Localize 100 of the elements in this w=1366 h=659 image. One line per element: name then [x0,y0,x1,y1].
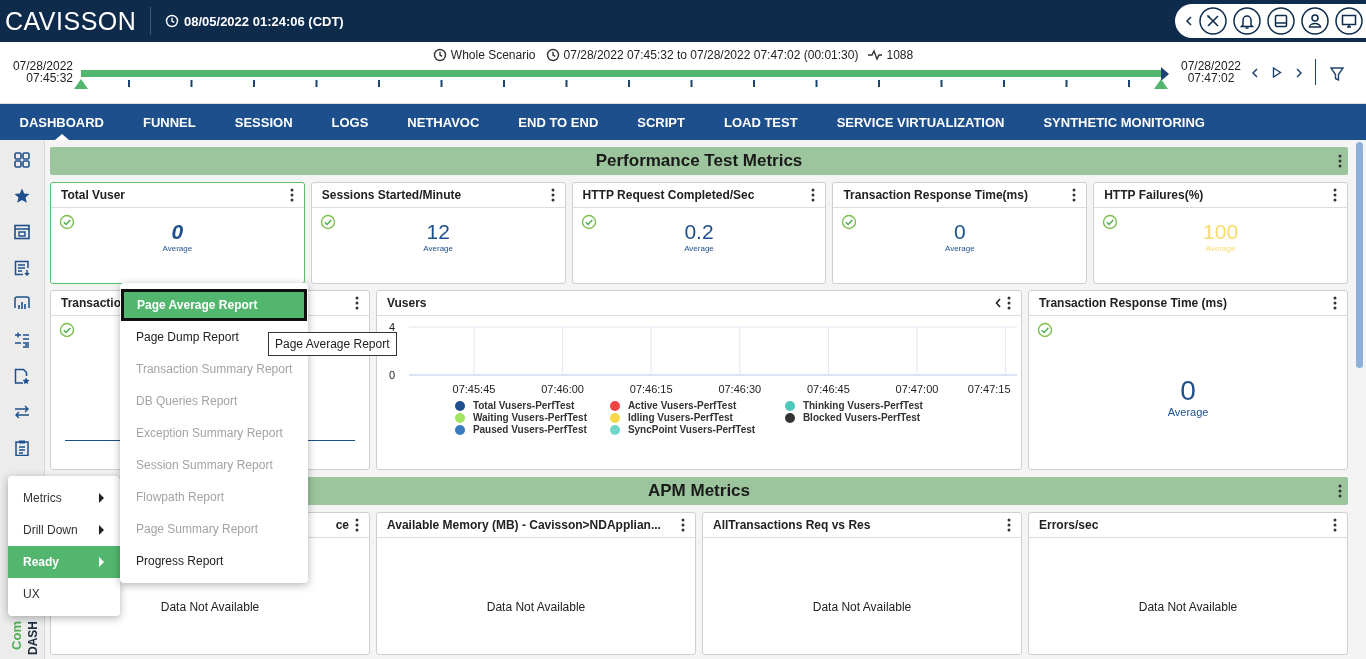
tablet-icon[interactable] [1267,7,1295,35]
more-icon[interactable] [1333,296,1337,310]
metric-value: 0 [1180,376,1196,406]
widget-title: Sessions Started/Minute [321,188,462,202]
filter-icon[interactable] [1330,67,1344,81]
legend-label[interactable]: Thinking Vusers-PerfTest [802,400,923,411]
handle-icon[interactable] [1154,79,1168,89]
clipboard-icon[interactable] [14,440,30,456]
section-title: APM Metrics [648,481,750,501]
widget-title: Transactio [61,296,122,310]
clock-icon [545,48,560,62]
vertical-label: Com [8,621,24,650]
nav-tab[interactable]: SCRIPT [617,104,705,140]
count-label: 1088 [886,48,914,62]
timeline-slider[interactable] [81,70,1161,77]
pulse-icon [868,48,883,62]
menu-item[interactable]: Drill Down [8,514,120,546]
empty-message: Data Not Available [812,600,912,614]
legend-label[interactable]: Idling Vusers-PerfTest [627,412,733,423]
more-icon[interactable] [1338,484,1342,498]
clock-icon [432,48,447,62]
nav-tab[interactable]: SESSION [215,104,312,140]
more-icon[interactable] [550,188,555,202]
scrollbar[interactable] [1355,142,1363,368]
nav-tab[interactable]: LOAD TEST [704,104,818,140]
nav-tab[interactable]: LOGS [312,104,388,140]
metric-value: 0.2 [684,220,714,244]
vertical-label: DASH [26,621,40,655]
end-date: 07/28/2022 [1180,60,1242,72]
legend-label[interactable]: Active Vusers-PerfTest [627,400,737,411]
nav-tab[interactable]: SYNTHETIC MONITORING [1023,104,1225,140]
axis-label: 0 [388,369,395,381]
metric-value: 0 [953,220,966,244]
chevron-left-icon[interactable] [995,298,1002,308]
widget-title: Errors/sec [1039,518,1099,532]
monitor-icon[interactable] [1335,7,1363,35]
nav-tab[interactable]: END TO END [498,104,618,140]
nav-tab[interactable]: SERVICE VIRTUALIZATION [817,104,1024,140]
nav-tab[interactable]: DASHBOARD [0,104,124,140]
scenario-label: Whole Scenario [450,48,536,62]
axis-label: 07:46:15 [629,383,673,395]
handle-icon[interactable] [74,79,88,89]
more-icon[interactable] [1333,518,1337,532]
more-icon[interactable] [289,188,294,202]
list-download-icon[interactable] [14,260,30,276]
metric-label: Average [1205,244,1236,253]
chevron-left-icon[interactable] [1185,15,1193,27]
widget-title: Transaction Response Time (ms) [1039,296,1227,310]
menu-item[interactable]: Metrics [8,482,120,514]
more-icon[interactable] [681,518,685,532]
axis-label: 07:47:15 [967,383,1011,395]
list-icon[interactable] [14,332,30,348]
legend-label[interactable]: SyncPoint Vusers-PerfTest [627,424,756,435]
widget-title: Available Memory (MB) - Cavisson>NDApplian... [387,518,661,532]
chevron-left-icon[interactable] [1251,67,1259,78]
axis-label: 07:46:45 [806,383,850,395]
section-title: Performance Test Metrics [595,151,803,171]
more-icon[interactable] [811,188,816,202]
widget-title: Vusers [386,296,427,310]
time-range: 07/28/2022 07:45:32 to 07/28/2022 07:47:02 (00:01:30) [563,48,859,62]
legend-label[interactable]: Waiting Vusers-PerfTest [472,412,587,423]
caret-icon [99,557,104,567]
chevron-right-icon[interactable] [1295,67,1303,78]
start-date: 07/28/2022 [12,60,73,72]
more-icon[interactable] [355,518,359,532]
start-time: 07:45:32 [26,72,73,84]
play-icon[interactable] [1272,67,1282,78]
legend-label[interactable]: Paused Vusers-PerfTest [472,424,587,435]
star-icon[interactable] [14,188,30,204]
grid-icon[interactable] [14,152,30,168]
more-icon[interactable] [1338,154,1342,168]
table-icon[interactable] [14,224,30,240]
more-icon[interactable] [354,296,359,310]
metric-value: 100 [1203,220,1239,244]
document-star-icon[interactable] [14,368,30,384]
legend-label[interactable]: Total Vusers-PerfTest [472,400,575,411]
nav-tab[interactable]: FUNNEL [123,104,216,140]
clock-icon [165,14,179,28]
legend-label[interactable]: Blocked Vusers-PerfTest [802,412,921,423]
menu-item[interactable]: UX [8,578,120,610]
metric-value: 12 [426,220,450,244]
more-icon[interactable] [1333,188,1337,202]
more-icon[interactable] [1072,188,1077,202]
menu-item[interactable]: Progress Report [120,545,308,577]
pointer-icon [1161,67,1169,81]
widget-title: Transaction Response Time(ms) [843,188,1028,202]
swap-icon[interactable] [14,404,30,420]
nav-tab[interactable]: NETHAVOC [387,104,499,140]
more-icon[interactable] [1007,296,1012,310]
metric-label: Average [423,244,453,253]
bell-icon[interactable] [1233,7,1261,35]
caret-icon [99,493,104,503]
metric-label: Average [684,244,714,253]
axis-label: 07:47:00 [895,383,939,395]
tooltip: Page Average Report [268,332,397,356]
metric-label: Average [944,244,975,253]
axis-label: 07:45:45 [452,383,496,395]
bar-chart-icon[interactable] [14,296,30,312]
more-icon[interactable] [1007,518,1011,532]
user-icon[interactable] [1301,7,1329,35]
